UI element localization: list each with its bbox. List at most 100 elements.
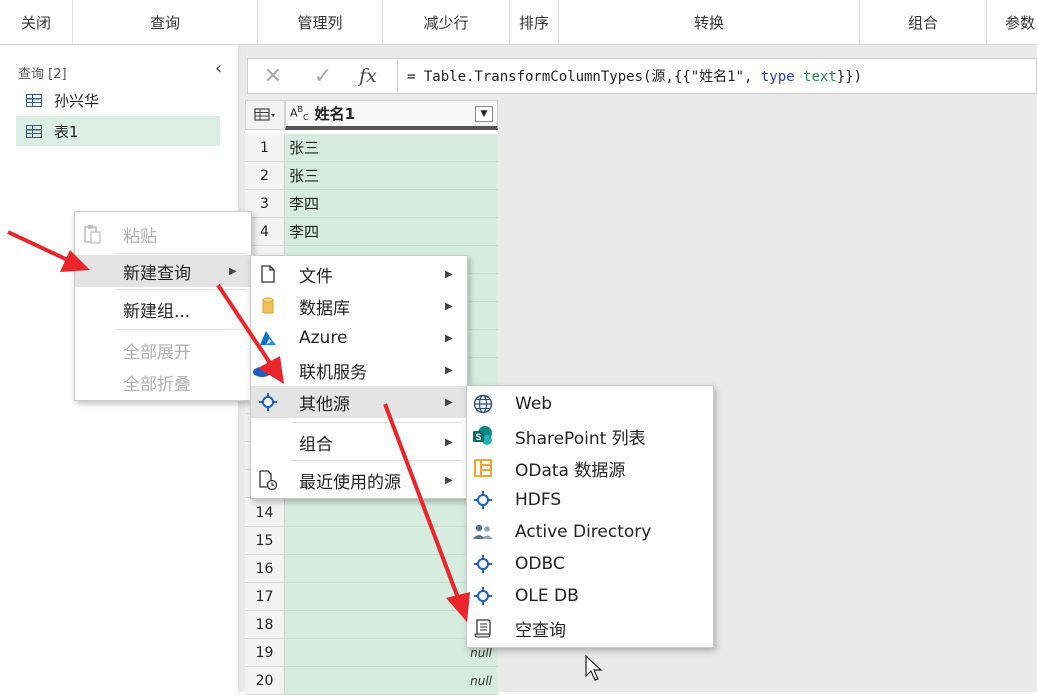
table-cell[interactable]: 张三	[285, 134, 498, 162]
ribbon-query-group[interactable]: 查询	[73, 0, 257, 44]
table-cell[interactable]: 李四	[285, 218, 498, 246]
other-sources-menu-item[interactable]: 其他源 ▶	[251, 386, 467, 418]
column-filter-dropdown-icon[interactable]: ▼	[475, 106, 493, 122]
recent-sources-menu-item[interactable]: 最近使用的源 ▶	[251, 464, 467, 496]
formula-type-name: text	[803, 69, 837, 85]
submenu-arrow-icon: ▶	[445, 332, 453, 344]
ribbon-transform-group[interactable]: 转换	[559, 0, 859, 44]
formula-input[interactable]: = Table.TransformColumnTypes(源,{{"姓名1", …	[407, 66, 862, 86]
menu-separator	[291, 460, 463, 461]
blank-query-label: 空查询	[515, 620, 566, 641]
table-cell[interactable]: 张三	[285, 162, 498, 190]
ribbon-params-group[interactable]: 参数	[987, 0, 1037, 44]
table-cell[interactable]: null	[285, 667, 498, 695]
new-group-menu-item[interactable]: 新建组...	[75, 292, 251, 326]
query-item-sunxinghua[interactable]: 孙兴华	[16, 85, 220, 115]
submenu-arrow-icon: ▶	[445, 268, 453, 280]
new-query-label: 新建查询	[123, 263, 191, 284]
paste-icon	[81, 223, 103, 245]
row-number[interactable]: 14	[245, 499, 285, 527]
table-menu-icon[interactable]	[245, 100, 285, 130]
commit-icon[interactable]: ✓	[308, 60, 338, 92]
menu-separator	[115, 329, 247, 330]
query-item-label: 表1	[54, 122, 79, 141]
blank-query-menu-item[interactable]: 空查询	[467, 612, 713, 644]
web-label: Web	[515, 394, 553, 414]
menu-separator	[115, 289, 247, 290]
query-item-label: 孙兴华	[54, 91, 100, 110]
fx-icon[interactable]: fx	[353, 60, 383, 92]
oledb-label: OLE DB	[515, 586, 579, 606]
odata-menu-item[interactable]: OData 数据源	[467, 452, 713, 484]
column-header-label: 姓名1	[314, 105, 356, 123]
ribbon-close-group[interactable]: 关闭	[0, 0, 72, 44]
collapse-all-menu-item[interactable]: 全部折叠	[75, 367, 251, 397]
users-icon	[471, 520, 495, 544]
row-number[interactable]: 20	[245, 667, 285, 695]
row-number[interactable]: 15	[245, 527, 285, 555]
submenu-arrow-icon: ▶	[445, 436, 453, 448]
hdfs-label: HDFS	[515, 490, 562, 510]
submenu-arrow-icon: ▶	[229, 265, 237, 277]
new-query-submenu: 文件 ▶ 数据库 ▶ Azure ▶ 联机服务 ▶ 其他源 ▶ 组合 ▶ 最近使…	[250, 255, 468, 499]
online-services-label: 联机服务	[299, 362, 367, 383]
cancel-icon[interactable]: ✕	[258, 60, 288, 92]
sharepoint-icon: S	[471, 424, 495, 448]
formula-space	[795, 69, 803, 85]
sharepoint-label: SharePoint 列表	[515, 428, 646, 449]
database-icon	[257, 295, 279, 317]
table-icon	[26, 124, 42, 138]
web-menu-item[interactable]: Web	[467, 388, 713, 420]
recent-sources-icon	[257, 469, 279, 491]
azure-label: Azure	[299, 328, 348, 348]
context-menu: 粘贴 新建查询 ▶ 新建组... 全部展开 全部折叠	[74, 211, 252, 401]
hdfs-menu-item[interactable]: HDFS	[467, 484, 713, 516]
connector-icon	[471, 584, 495, 608]
row-number[interactable]: 2	[245, 162, 285, 190]
row-number[interactable]: 17	[245, 583, 285, 611]
table-cell[interactable]: 李四	[285, 190, 498, 218]
submenu-arrow-icon: ▶	[445, 396, 453, 408]
file-label: 文件	[299, 266, 333, 287]
sharepoint-menu-item[interactable]: S SharePoint 列表	[467, 420, 713, 452]
ribbon: 关闭 查询 管理列 减少行 排序 转换 组合 参数	[0, 0, 1037, 45]
blank-query-icon	[471, 616, 495, 640]
ribbon-sort-group[interactable]: 排序	[510, 0, 558, 44]
table-icon	[26, 93, 42, 107]
cloud-icon	[251, 359, 273, 381]
expand-all-menu-item[interactable]: 全部展开	[75, 335, 251, 365]
new-group-label: 新建组...	[123, 301, 191, 322]
ribbon-combine-group[interactable]: 组合	[860, 0, 986, 44]
row-number[interactable]: 19	[245, 639, 285, 667]
active-directory-menu-item[interactable]: Active Directory	[467, 516, 713, 548]
azure-icon	[257, 327, 279, 349]
odata-label: OData 数据源	[515, 460, 626, 481]
file-menu-item[interactable]: 文件 ▶	[251, 258, 467, 290]
database-menu-item[interactable]: 数据库 ▶	[251, 290, 467, 322]
column-header-name1[interactable]: ABC 姓名1 ▼	[285, 100, 498, 130]
new-query-menu-item[interactable]: 新建查询 ▶	[75, 255, 251, 287]
query-item-table1[interactable]: 表1	[16, 116, 220, 146]
queries-pane-header: 查询 [2]	[18, 67, 67, 82]
row-number[interactable]: 18	[245, 611, 285, 639]
row-number[interactable]: 16	[245, 555, 285, 583]
collapse-pane-icon[interactable]: ‹	[215, 58, 222, 79]
menu-separator	[115, 253, 247, 254]
azure-menu-item[interactable]: Azure ▶	[251, 322, 467, 354]
menu-separator	[291, 422, 463, 423]
combine-menu-item[interactable]: 组合 ▶	[251, 426, 467, 458]
row-number[interactable]: 1	[245, 134, 285, 162]
collapse-all-label: 全部折叠	[123, 374, 191, 395]
odbc-menu-item[interactable]: ODBC	[467, 548, 713, 580]
database-label: 数据库	[299, 298, 350, 319]
paste-menu-item[interactable]: 粘贴	[75, 216, 251, 252]
online-services-menu-item[interactable]: 联机服务 ▶	[251, 354, 467, 386]
connector-icon	[257, 391, 279, 413]
globe-icon	[471, 392, 495, 416]
svg-text:S: S	[475, 432, 481, 442]
oledb-menu-item[interactable]: OLE DB	[467, 580, 713, 612]
ribbon-manage-columns-group[interactable]: 管理列	[258, 0, 382, 44]
submenu-arrow-icon: ▶	[445, 364, 453, 376]
ribbon-reduce-rows-group[interactable]: 减少行	[383, 0, 509, 44]
text-type-icon[interactable]: ABC	[290, 104, 309, 123]
